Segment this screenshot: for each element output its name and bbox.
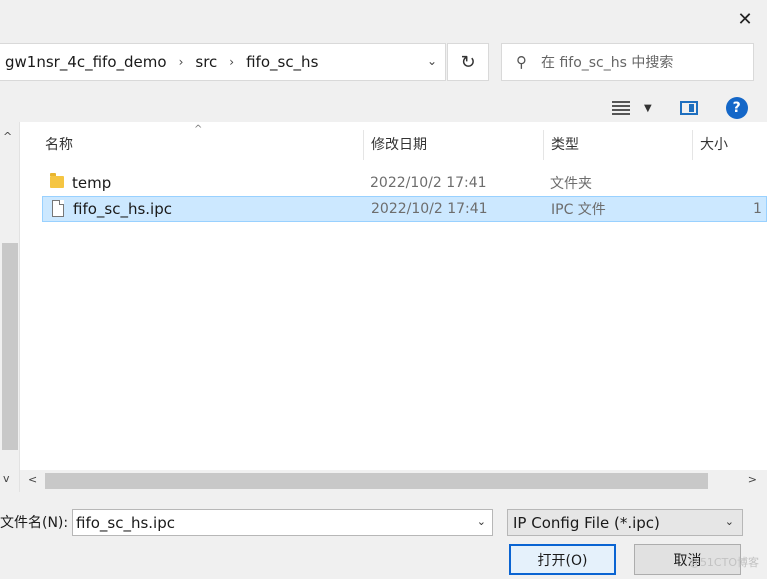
column-divider[interactable] xyxy=(543,130,544,160)
close-icon: ✕ xyxy=(737,8,753,30)
file-name: temp xyxy=(72,174,112,192)
column-header-size[interactable]: 大小 xyxy=(700,122,728,166)
scroll-left-icon[interactable]: < xyxy=(28,473,37,486)
search-icon: ⚲ xyxy=(516,53,527,71)
file-row-fifo-sc-hs-ipc[interactable]: fifo_sc_hs.ipc 2022/10/2 17:41 IPC 文件 1 xyxy=(42,196,767,222)
chevron-down-icon[interactable]: ⌄ xyxy=(725,515,734,528)
column-header-type[interactable]: 类型 xyxy=(551,122,579,166)
column-header-name[interactable]: 名称 xyxy=(45,122,73,166)
breadcrumb-item-src[interactable]: src xyxy=(195,53,217,71)
file-size: 1 xyxy=(753,201,762,217)
watermark: @51CTO博客 xyxy=(688,556,759,569)
close-button[interactable]: ✕ xyxy=(728,4,762,34)
nav-scroll-thumb[interactable] xyxy=(2,243,18,450)
file-type: 文件夹 xyxy=(550,176,592,192)
file-list: ^ 名称 修改日期 类型 大小 temp 2022/10/2 17:41 文件夹… xyxy=(20,122,767,470)
address-bar[interactable]: gw1nsr_4c_fifo_demo › src › fifo_sc_hs ⌄ xyxy=(0,43,446,81)
sort-ascending-icon: ^ xyxy=(194,124,203,135)
filename-input[interactable]: fifo_sc_hs.ipc ⌄ xyxy=(72,509,493,536)
refresh-button[interactable]: ↻ xyxy=(447,43,489,81)
preview-pane-icon[interactable] xyxy=(679,101,698,115)
search-input[interactable]: ⚲ 在 fifo_sc_hs 中搜索 xyxy=(501,43,754,81)
column-size-label: 大小 xyxy=(700,137,728,153)
column-date-label: 修改日期 xyxy=(371,137,427,153)
file-type-filter-value: IP Config File (*.ipc) xyxy=(513,513,660,532)
view-mode-dropdown-icon[interactable]: ▼ xyxy=(644,103,652,114)
horizontal-scroll-thumb[interactable] xyxy=(45,473,708,489)
file-type-filter-select[interactable]: IP Config File (*.ipc) ⌄ xyxy=(507,509,743,536)
column-name-label: 名称 xyxy=(45,137,73,153)
refresh-icon: ↻ xyxy=(460,51,476,73)
scroll-right-icon[interactable]: > xyxy=(748,473,757,486)
file-type: IPC 文件 xyxy=(551,202,606,218)
help-icon[interactable]: ? xyxy=(725,97,748,119)
breadcrumb-item-project[interactable]: gw1nsr_4c_fifo_demo xyxy=(5,53,167,71)
column-divider[interactable] xyxy=(692,130,693,160)
file-icon xyxy=(52,200,64,217)
file-name: fifo_sc_hs.ipc xyxy=(73,200,172,218)
column-divider[interactable] xyxy=(363,130,364,160)
scroll-down-icon[interactable]: v xyxy=(3,472,10,485)
column-type-label: 类型 xyxy=(551,137,579,153)
file-date: 2022/10/2 17:41 xyxy=(371,201,488,217)
chevron-down-icon[interactable]: ⌄ xyxy=(477,515,486,528)
filename-label: 文件名(N): xyxy=(0,515,69,531)
chevron-right-icon[interactable]: › xyxy=(229,55,234,69)
chevron-right-icon[interactable]: › xyxy=(179,55,184,69)
folder-icon xyxy=(50,173,64,188)
scroll-up-icon[interactable]: ^ xyxy=(3,130,12,143)
file-row-temp[interactable]: temp 2022/10/2 17:41 文件夹 xyxy=(42,170,767,196)
breadcrumb-item-current[interactable]: fifo_sc_hs xyxy=(246,53,318,71)
view-toolbar: ▼ ? xyxy=(612,97,748,119)
open-button[interactable]: 打开(O) xyxy=(509,544,616,575)
horizontal-scrollbar[interactable]: < > xyxy=(20,470,767,492)
file-date: 2022/10/2 17:41 xyxy=(370,175,487,191)
column-header-date[interactable]: 修改日期 xyxy=(371,122,427,166)
view-mode-icon[interactable] xyxy=(612,101,630,115)
address-history-dropdown-icon[interactable]: ⌄ xyxy=(427,54,437,68)
filename-value: fifo_sc_hs.ipc xyxy=(76,513,175,532)
search-placeholder: 在 fifo_sc_hs 中搜索 xyxy=(541,55,674,71)
